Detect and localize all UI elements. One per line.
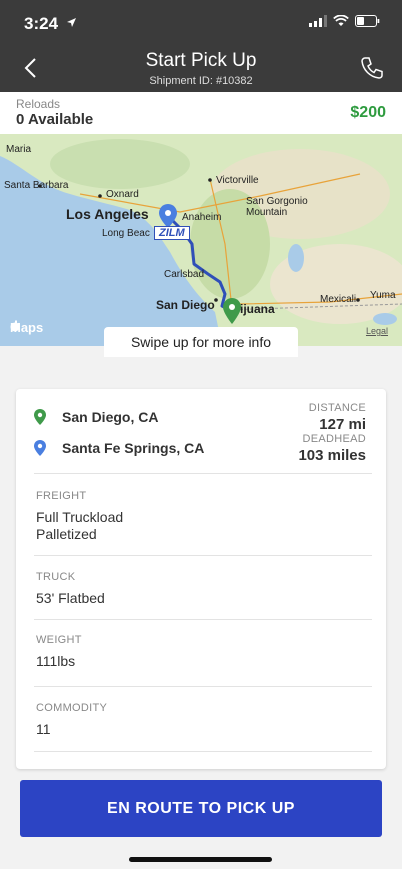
page-title: Start Pick Up bbox=[145, 50, 257, 71]
divider bbox=[34, 751, 372, 752]
map-label-tijuana: ijuana bbox=[240, 302, 275, 316]
divider bbox=[34, 619, 372, 620]
location-arrow-icon bbox=[67, 18, 76, 27]
home-indicator bbox=[129, 857, 272, 862]
zilm-badge: ZILM bbox=[154, 226, 190, 240]
truck-label: TRUCK bbox=[36, 571, 76, 583]
battery-icon bbox=[355, 15, 380, 27]
destination-pin-icon bbox=[34, 440, 46, 456]
divider bbox=[34, 686, 372, 687]
signal-icon bbox=[309, 15, 327, 27]
en-route-button[interactable]: EN ROUTE TO PICK UP bbox=[20, 780, 382, 837]
map-canvas bbox=[0, 139, 402, 346]
map-label-los-angeles: Los Angeles bbox=[66, 206, 149, 222]
route-map[interactable]: Maria Victorville Santa Barbara Oxnard L… bbox=[0, 134, 402, 346]
freight-line-2: Palletized bbox=[36, 526, 97, 542]
nav-bar: Start Pick Up Shipment ID: #10382 bbox=[0, 44, 402, 92]
map-label-carlsbad: Carlsbad bbox=[164, 269, 205, 280]
shipment-id: Shipment ID: #10382 bbox=[149, 75, 253, 87]
destination-city: Santa Fe Springs, CA bbox=[62, 440, 205, 456]
map-label-victorville: Victorville bbox=[216, 175, 259, 186]
distance-value: 127 mi bbox=[319, 416, 366, 433]
wifi-icon bbox=[333, 15, 349, 26]
origin-city: San Diego, CA bbox=[62, 409, 159, 425]
swipe-up-hint[interactable]: Swipe up for more info bbox=[104, 327, 298, 357]
map-label-oxnard: Oxnard bbox=[106, 189, 139, 200]
reloads-bar: Reloads 0 Available $200 bbox=[0, 92, 402, 134]
map-label-santa-barbara: Santa Barbara bbox=[4, 180, 69, 191]
divider bbox=[34, 473, 372, 474]
weight-value: 111lbs bbox=[36, 653, 76, 669]
map-label-mexicali: Mexicali bbox=[320, 294, 357, 305]
reloads-value: 0 Available bbox=[16, 111, 94, 128]
map-label-maria: Maria bbox=[6, 144, 32, 155]
apple-logo-icon bbox=[10, 320, 20, 332]
freight-line-1: Full Truckload bbox=[36, 509, 124, 525]
phone-icon[interactable] bbox=[358, 54, 386, 82]
status-bar: 3:24 bbox=[0, 0, 402, 44]
map-label-long-beach: Long Beac bbox=[102, 228, 150, 239]
weight-label: WEIGHT bbox=[36, 634, 82, 646]
commodity-label: COMMODITY bbox=[36, 702, 108, 714]
reloads-label: Reloads bbox=[16, 97, 61, 111]
origin-pin-icon bbox=[223, 298, 241, 324]
map-label-san-diego: San Diego bbox=[156, 298, 215, 312]
status-icons bbox=[309, 15, 380, 27]
truck-value: 53' Flatbed bbox=[36, 590, 105, 606]
map-label-san-gorgonio: San Gorgonio Mountain bbox=[246, 196, 308, 218]
origin-row: San Diego, CA bbox=[34, 409, 158, 425]
reload-price: $200 bbox=[350, 104, 386, 121]
shipment-card: San Diego, CA Santa Fe Springs, CA DISTA… bbox=[16, 389, 386, 769]
map-label-yuma: Yuma bbox=[370, 290, 396, 301]
origin-pin-icon bbox=[34, 409, 46, 425]
divider bbox=[34, 555, 372, 556]
commodity-value: 11 bbox=[36, 721, 51, 737]
freight-label: FREIGHT bbox=[36, 490, 87, 502]
status-time: 3:24 bbox=[24, 14, 59, 33]
map-label-anaheim: Anaheim bbox=[182, 212, 222, 223]
destination-row: Santa Fe Springs, CA bbox=[34, 440, 204, 456]
deadhead-label: DEADHEAD bbox=[302, 433, 366, 445]
distance-label: DISTANCE bbox=[308, 402, 366, 414]
map-legal-link[interactable]: Legal bbox=[366, 326, 388, 336]
maps-logo: Maps bbox=[10, 320, 43, 335]
deadhead-value: 103 miles bbox=[298, 447, 366, 464]
